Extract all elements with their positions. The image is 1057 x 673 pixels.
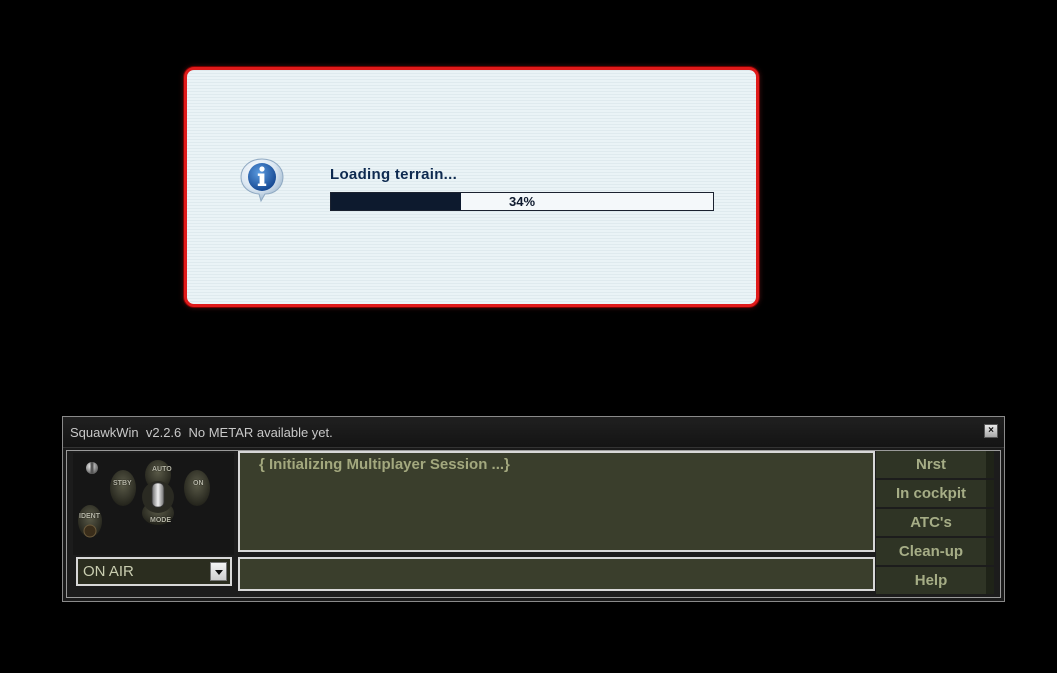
nrst-button[interactable]: Nrst [876,451,994,478]
chat-input[interactable] [238,557,875,591]
info-icon [240,158,284,202]
mode-select-value: ON AIR [83,563,134,580]
knob-label-on: ON [193,480,204,487]
chevron-down-icon[interactable] [210,562,227,581]
transponder-panel: AUTO STBY ON MODE IDENT [73,453,234,555]
screen: Loading terrain... 34% SquawkWin v2.2.6 … [0,0,1057,673]
clean-up-button[interactable]: Clean-up [876,538,994,565]
window-title: SquawkWin v2.2.6 No METAR available yet. [70,425,333,440]
atcs-button[interactable]: ATC's [876,509,994,536]
in-cockpit-button[interactable]: In cockpit [876,480,994,507]
squawkwin-window: SquawkWin v2.2.6 No METAR available yet.… [62,416,1005,602]
message-text: { Initializing Multiplayer Session ...} [259,456,510,473]
knob-label-mode: MODE [150,517,171,524]
message-pane: { Initializing Multiplayer Session ...} [238,451,875,552]
mode-select[interactable]: ON AIR [76,557,232,586]
progress-bar: 34% [330,192,714,211]
loading-message: Loading terrain... [330,166,458,183]
mode-knob[interactable] [143,479,173,515]
side-button-group: Nrst In cockpit ATC's Clean-up Help [876,451,994,596]
squawkwin-titlebar[interactable]: SquawkWin v2.2.6 No METAR available yet.… [63,417,1004,448]
knob-label-auto: AUTO [152,466,172,473]
knob-label-stby: STBY [113,480,132,487]
help-button[interactable]: Help [876,567,994,594]
squawkwin-body: AUTO STBY ON MODE IDENT ON AIR { Initial… [66,450,1001,598]
close-button[interactable]: × [984,424,998,438]
loading-dialog: Loading terrain... 34% [184,67,759,307]
ident-button[interactable]: IDENT [79,513,100,520]
progress-percent: 34% [508,194,536,209]
